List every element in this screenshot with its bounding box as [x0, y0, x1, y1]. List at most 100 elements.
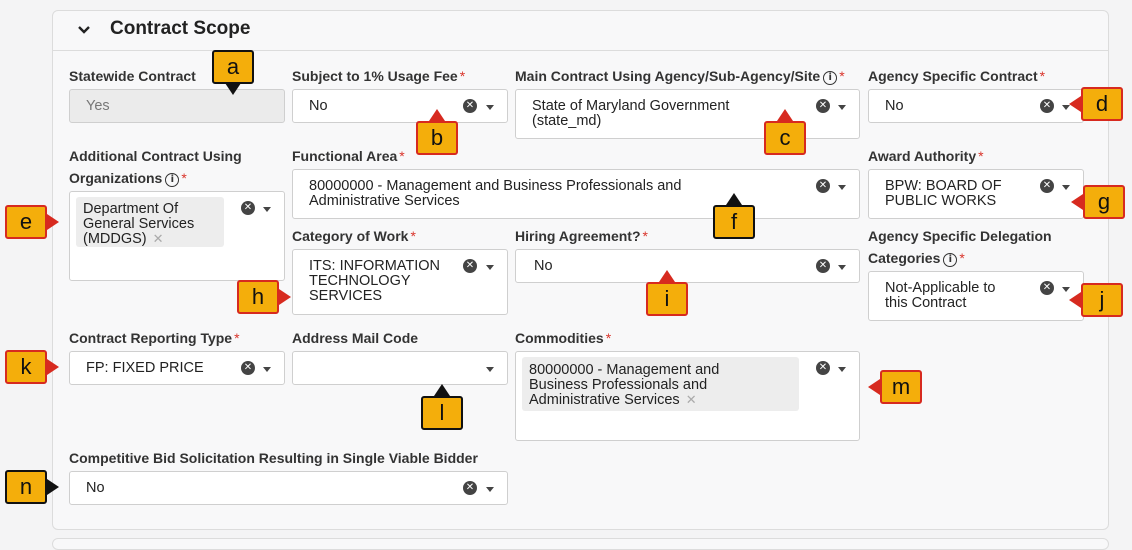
award-authority-select[interactable]: BPW: BOARD OF PUBLIC WORKS ✕	[868, 169, 1084, 219]
clear-icon[interactable]: ✕	[463, 259, 477, 273]
statewide-value: Yes	[86, 98, 110, 114]
agency-specific-label: Agency Specific Contract *	[868, 68, 1046, 84]
callout-j-pointer	[1069, 292, 1081, 308]
competitive-bid-label: Competitive Bid Solicitation Resulting i…	[69, 450, 478, 466]
info-icon[interactable]: i	[943, 253, 958, 267]
callout-f: f	[713, 205, 755, 239]
info-icon[interactable]: i	[823, 71, 838, 85]
delegation-value: Not-Applicable to this Contract	[885, 280, 996, 311]
additional-orgs-label: Additional Contract Using Organizations i *	[69, 148, 242, 187]
callout-k: k	[5, 350, 47, 384]
competitive-bid-value: No	[86, 480, 105, 496]
usage-fee-label: Subject to 1% Usage Fee *	[292, 68, 466, 84]
callout-m: m	[880, 370, 922, 404]
chevron-down-icon[interactable]	[486, 105, 494, 110]
callout-g: g	[1083, 185, 1125, 219]
delegation-select[interactable]: Not-Applicable to this Contract ✕	[868, 271, 1084, 321]
chevron-down-icon[interactable]	[838, 105, 846, 110]
callout-c-pointer	[777, 109, 793, 121]
callout-k-pointer	[47, 359, 59, 375]
clear-icon[interactable]: ✕	[1040, 99, 1054, 113]
award-authority-label: Award Authority *	[868, 148, 984, 164]
clear-icon[interactable]: ✕	[241, 201, 255, 215]
main-agency-value: State of Maryland Government (state_md)	[532, 98, 730, 129]
reporting-type-select[interactable]: FP: FIXED PRICE ✕	[69, 351, 285, 385]
delegation-label: Agency Specific Delegation Categories i *	[868, 228, 1052, 267]
callout-c: c	[764, 121, 806, 155]
clear-icon[interactable]: ✕	[241, 361, 255, 375]
callout-h-pointer	[279, 289, 291, 305]
clear-icon[interactable]: ✕	[816, 361, 830, 375]
usage-fee-value: No	[309, 98, 328, 114]
callout-a-pointer	[225, 83, 241, 95]
callout-h: h	[237, 280, 279, 314]
commodities-label: Commodities *	[515, 330, 612, 346]
org-chip: Department Of General Services (MDDGS) ✕	[76, 197, 224, 247]
hiring-value: No	[534, 258, 553, 274]
functional-area-value: 80000000 - Management and Business Profe…	[309, 178, 682, 209]
category-work-label: Category of Work *	[292, 228, 416, 244]
clear-icon[interactable]: ✕	[463, 99, 477, 113]
callout-b-pointer	[429, 109, 445, 121]
chevron-down-icon[interactable]	[486, 367, 494, 372]
info-icon[interactable]: i	[165, 173, 180, 187]
chevron-down-icon[interactable]	[838, 265, 846, 270]
chevron-down-icon[interactable]	[838, 185, 846, 190]
chip-remove-icon[interactable]: ✕	[153, 232, 164, 247]
commodities-select[interactable]: 80000000 - Management and Business Profes…	[515, 351, 860, 441]
competitive-bid-select[interactable]: No ✕	[69, 471, 508, 505]
callout-d-pointer	[1069, 96, 1081, 112]
callout-n-pointer	[47, 479, 59, 495]
agency-specific-value: No	[885, 98, 904, 114]
hiring-select[interactable]: No ✕	[515, 249, 860, 283]
agency-specific-select[interactable]: No ✕	[868, 89, 1084, 123]
functional-area-select[interactable]: 80000000 - Management and Business Profe…	[292, 169, 860, 219]
category-work-value: ITS: INFORMATION TECHNOLOGY SERVICES	[309, 258, 441, 304]
clear-icon[interactable]: ✕	[816, 99, 830, 113]
award-authority-value: BPW: BOARD OF PUBLIC WORKS	[885, 178, 1002, 209]
reporting-type-value: FP: FIXED PRICE	[86, 360, 204, 376]
additional-orgs-select[interactable]: Department Of General Services (MDDGS) ✕ ✕	[69, 191, 285, 281]
callout-i-pointer	[659, 270, 675, 282]
callout-i: i	[646, 282, 688, 316]
callout-n: n	[5, 470, 47, 504]
hiring-label: Hiring Agreement? *	[515, 228, 648, 244]
callout-f-pointer	[726, 193, 742, 205]
mail-code-label: Address Mail Code	[292, 330, 419, 346]
main-agency-label: Main Contract Using Agency/Sub-Agency/Si…	[515, 68, 845, 85]
next-panel	[52, 538, 1109, 550]
usage-fee-select[interactable]: No ✕	[292, 89, 508, 123]
section-title: Contract Scope	[110, 18, 251, 39]
chevron-down-icon[interactable]	[486, 487, 494, 492]
callout-b: b	[416, 121, 458, 155]
callout-g-pointer	[1071, 194, 1083, 210]
clear-icon[interactable]: ✕	[1040, 281, 1054, 295]
contract-scope-panel: Contract Scope Statewide Contract Yes Su…	[52, 10, 1109, 530]
chevron-down-icon[interactable]	[486, 265, 494, 270]
clear-icon[interactable]: ✕	[463, 481, 477, 495]
chevron-down-icon[interactable]	[1062, 185, 1070, 190]
clear-icon[interactable]: ✕	[1040, 179, 1054, 193]
reporting-type-label: Contract Reporting Type *	[69, 330, 240, 346]
chevron-down-icon[interactable]	[263, 207, 271, 212]
category-work-select[interactable]: ITS: INFORMATION TECHNOLOGY SERVICES ✕	[292, 249, 508, 315]
chevron-down-icon[interactable]	[75, 21, 93, 39]
chevron-down-icon[interactable]	[838, 367, 846, 372]
clear-icon[interactable]: ✕	[816, 259, 830, 273]
functional-area-label: Functional Area *	[292, 148, 405, 164]
callout-d: d	[1081, 87, 1123, 121]
callout-a: a	[212, 50, 254, 84]
callout-e-pointer	[47, 214, 59, 230]
mail-code-select[interactable]	[292, 351, 508, 385]
commodity-chip: 80000000 - Management and Business Profes…	[522, 357, 799, 411]
chip-remove-icon[interactable]: ✕	[686, 393, 697, 408]
clear-icon[interactable]: ✕	[816, 179, 830, 193]
statewide-field: Yes	[69, 89, 285, 123]
section-header[interactable]: Contract Scope	[53, 11, 1108, 51]
statewide-label: Statewide Contract	[69, 68, 196, 84]
callout-l: l	[421, 396, 463, 430]
callout-l-pointer	[434, 384, 450, 396]
chevron-down-icon[interactable]	[263, 367, 271, 372]
callout-j: j	[1081, 283, 1123, 317]
main-agency-select[interactable]: State of Maryland Government (state_md) ✕	[515, 89, 860, 139]
